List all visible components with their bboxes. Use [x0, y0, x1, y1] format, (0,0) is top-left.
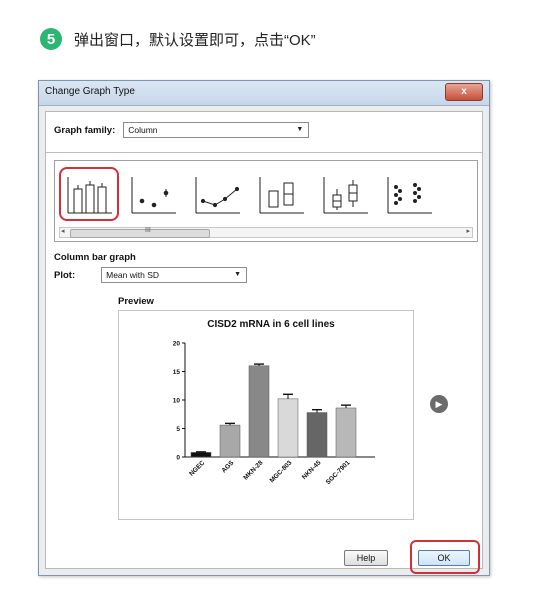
bar: [335, 407, 357, 458]
column-bar-icon: [67, 177, 112, 214]
line-points-icon: [195, 177, 240, 214]
floating-bars-icon: [259, 177, 304, 214]
graph-family-label: Graph family:: [54, 124, 116, 136]
bar: [306, 412, 328, 458]
gallery-scrollbar[interactable]: ◂ III ▸: [59, 227, 473, 238]
help-button[interactable]: Help: [344, 550, 388, 566]
graph-family-row: Graph family: Column ▼: [54, 122, 310, 138]
chart-title: CISD2 mRNA in 6 cell lines: [207, 319, 335, 330]
x-tick-label: MGC-803: [269, 459, 294, 484]
plot-value: Mean with SD: [106, 270, 160, 280]
dialog-title: Change Graph Type: [45, 86, 135, 97]
change-graph-type-dialog: Change Graph Type x Graph family: Column…: [38, 80, 490, 576]
instruction-row: 5 弹出窗口，默认设置即可，点击“OK”: [40, 26, 316, 52]
thumb-dot-plot[interactable]: [385, 175, 435, 217]
preview-panel: CISD2 mRNA in 6 cell lines 0 5 10 15 20 NGEC…: [118, 310, 414, 520]
thumb-box-whisker[interactable]: [321, 175, 371, 217]
x-tick-label: AGS: [220, 459, 235, 474]
bar: [190, 452, 212, 458]
graph-family-select[interactable]: Column ▼: [123, 122, 310, 138]
graph-family-value: Column: [128, 125, 158, 135]
x-tick-label: SGC-7901: [325, 459, 352, 486]
x-tick-label: NKN-45: [301, 459, 323, 481]
ok-button[interactable]: OK: [418, 550, 470, 566]
scroll-left-icon[interactable]: ◂: [61, 227, 65, 235]
instruction-text: 弹出窗口，默认设置即可，点击“OK”: [74, 31, 316, 49]
x-tick-label: NGEC: [188, 459, 206, 477]
next-preview-icon[interactable]: ▶: [430, 395, 448, 413]
bar: [248, 365, 270, 458]
box-whisker-icon: [323, 177, 368, 214]
y-tick-label: 0: [176, 455, 180, 462]
plot-row: Plot: Mean with SD ▼: [54, 267, 248, 283]
scrollbar-thumb[interactable]: III: [70, 227, 210, 238]
scroll-right-icon[interactable]: ▸: [466, 227, 470, 235]
x-tick-label: MKN-28: [242, 459, 264, 481]
y-tick-label: 15: [173, 369, 181, 376]
close-button[interactable]: x: [445, 83, 483, 101]
preview-chart: CISD2 mRNA in 6 cell lines 0 5 10 15 20 NGEC…: [173, 319, 375, 486]
y-tick-label: 5: [176, 426, 180, 433]
preview-label: Preview: [118, 296, 154, 307]
plot-label: Plot:: [54, 269, 76, 281]
section-title: Column bar graph: [54, 252, 136, 263]
thumb-floating-bars[interactable]: [257, 175, 307, 217]
chevron-down-icon: ▼: [296, 126, 304, 133]
separator: [46, 152, 482, 153]
dialog-titlebar[interactable]: Change Graph Type x: [39, 81, 489, 106]
y-tick-label: 20: [173, 341, 181, 348]
thumb-scatter-points[interactable]: [129, 175, 179, 217]
graph-gallery: ◂ III ▸: [54, 160, 478, 242]
bar: [277, 398, 299, 458]
y-tick-label: 10: [173, 398, 181, 405]
bar: [219, 424, 241, 458]
dot-plot-icon: [387, 177, 432, 214]
scrollbar-grip: III: [145, 227, 151, 234]
dialog-content: Graph family: Column ▼ ◂ III ▸ Column ba…: [45, 111, 483, 574]
thumb-column-bar[interactable]: [59, 167, 119, 221]
step-number-badge: 5: [40, 28, 62, 50]
scatter-points-icon: [131, 177, 176, 214]
chevron-down-icon: ▼: [234, 271, 242, 278]
plot-select[interactable]: Mean with SD ▼: [101, 267, 248, 283]
thumb-connected-points[interactable]: [193, 175, 243, 217]
